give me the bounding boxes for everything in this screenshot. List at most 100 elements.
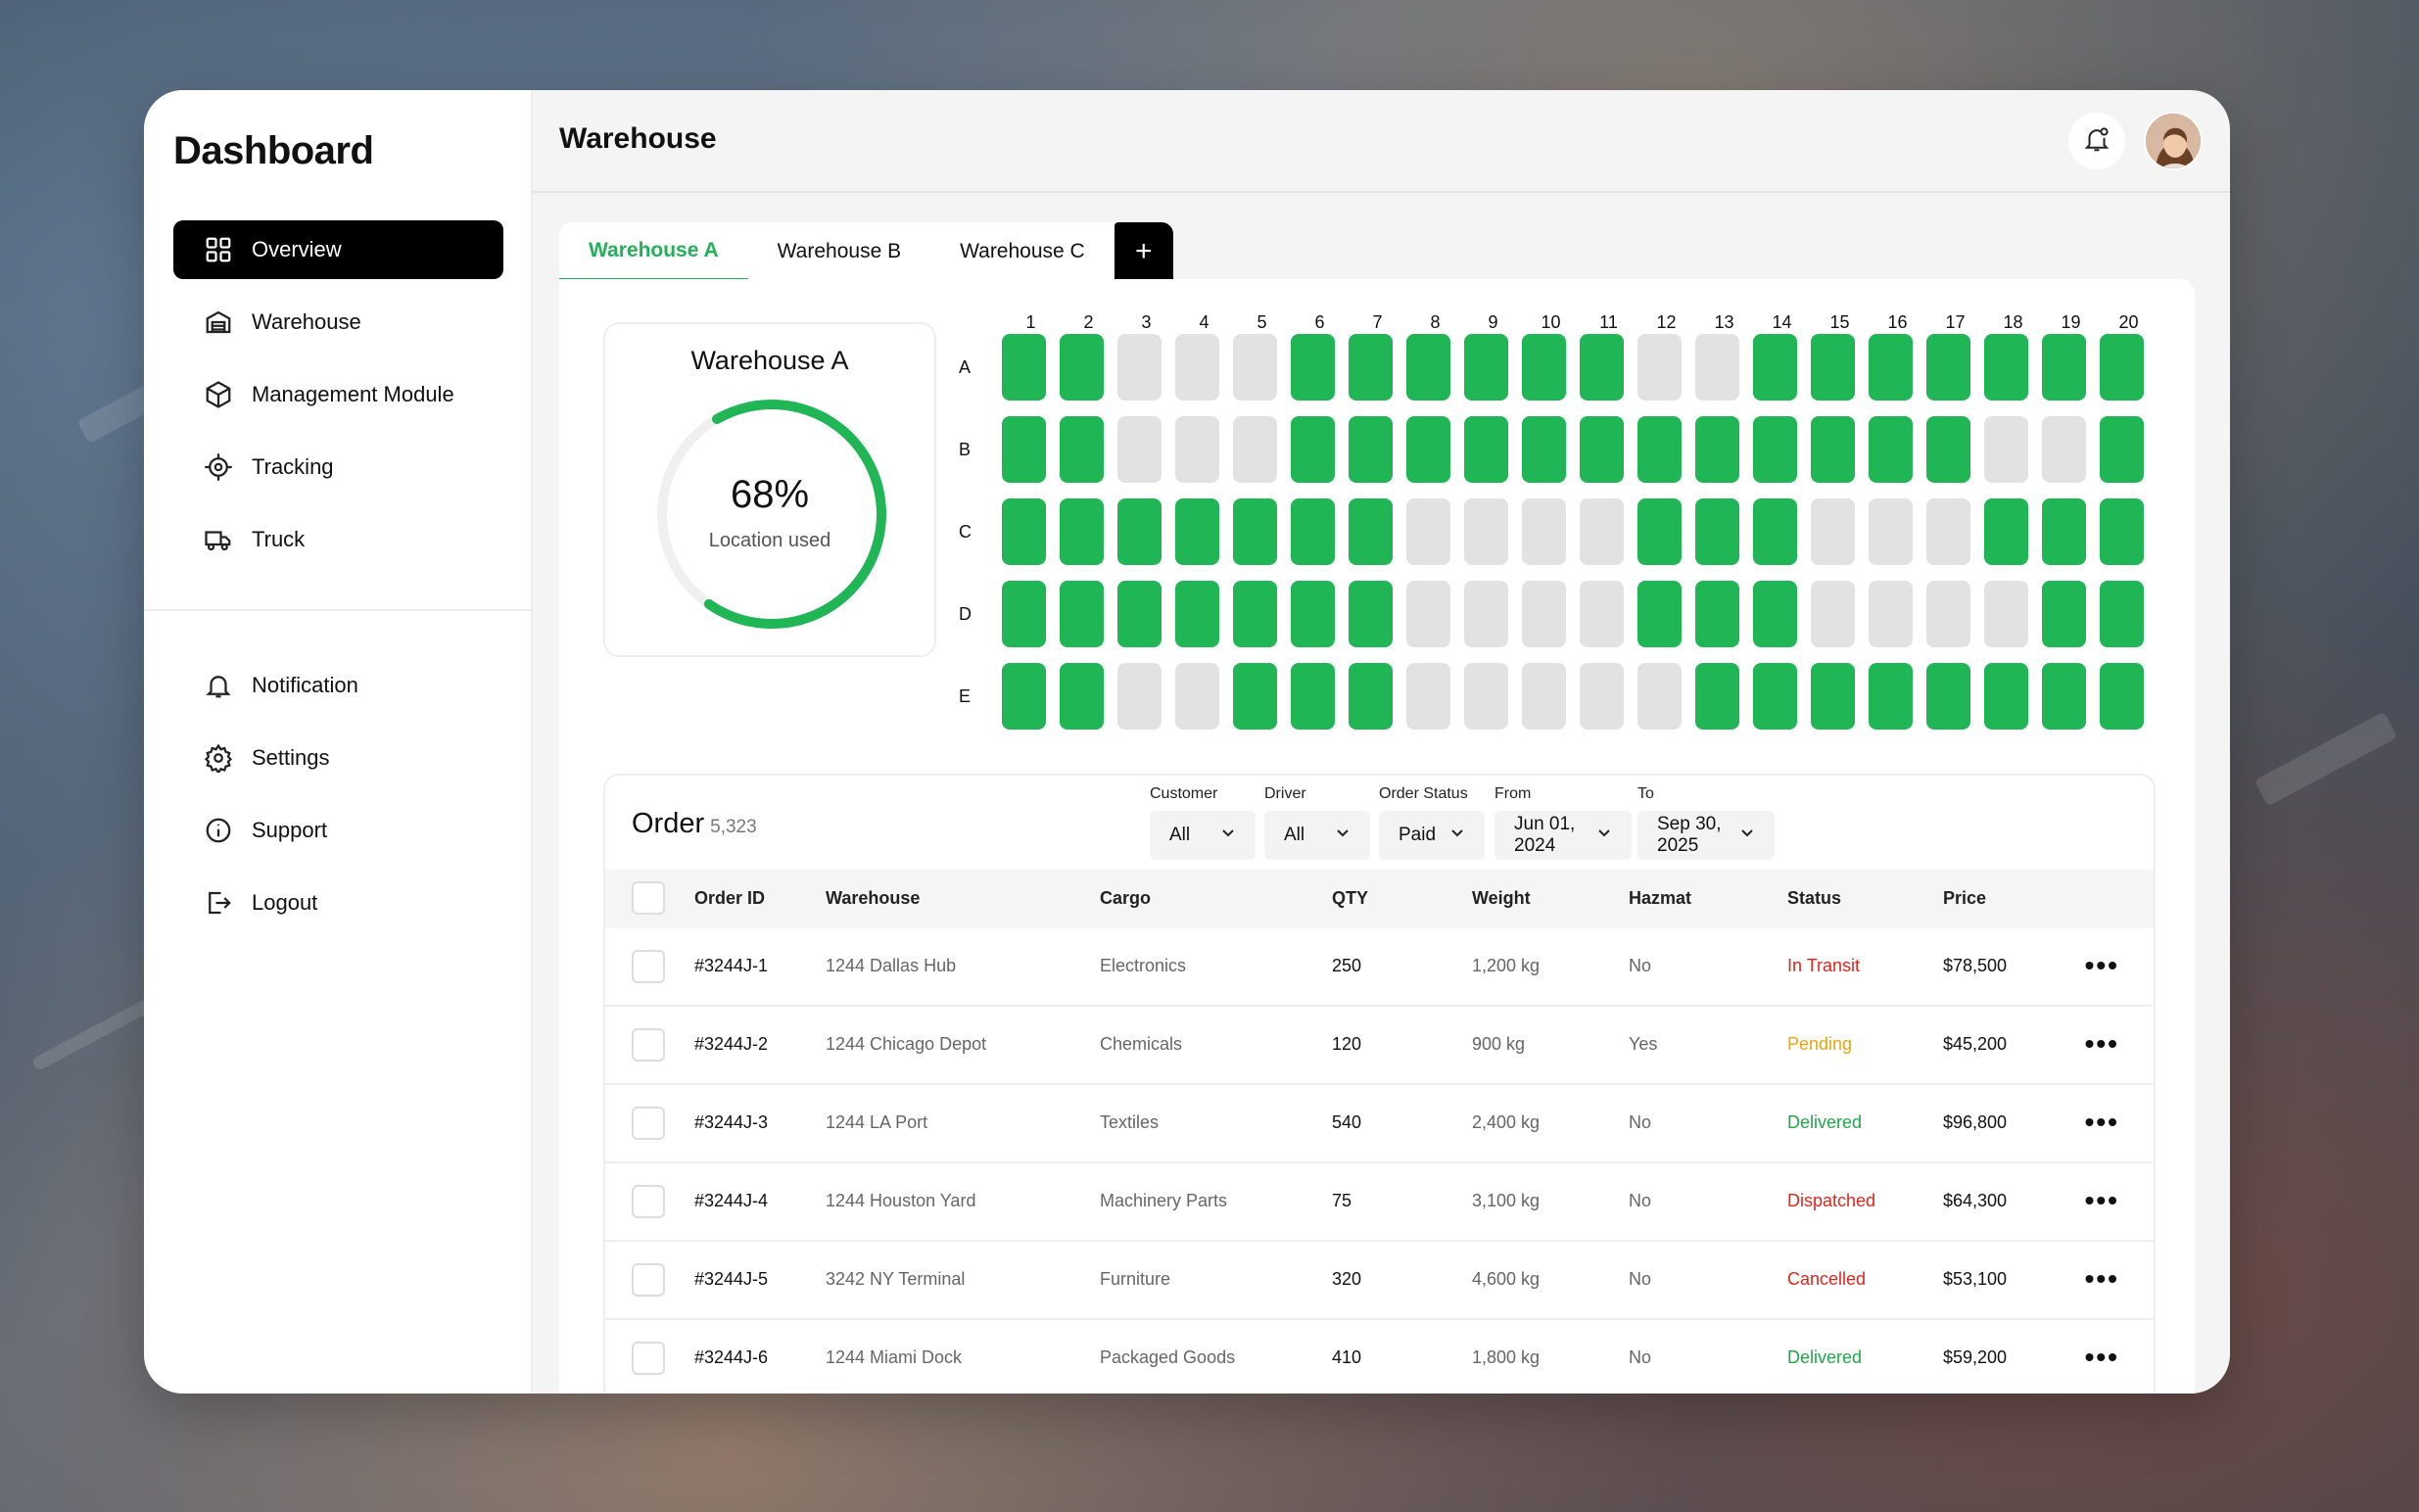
grid-cell-empty[interactable]	[1175, 334, 1219, 401]
grid-cell-occupied[interactable]	[1002, 663, 1046, 730]
add-tab-button[interactable]: +	[1114, 222, 1173, 281]
grid-cell-occupied[interactable]	[1637, 498, 1682, 565]
tab-warehouse-c[interactable]: Warehouse C	[930, 222, 1115, 281]
grid-cell-occupied[interactable]	[1349, 334, 1393, 401]
grid-cell-empty[interactable]	[1233, 334, 1277, 401]
grid-cell-occupied[interactable]	[1869, 416, 1913, 483]
row-more-menu-icon[interactable]: •••	[2085, 1028, 2119, 1060]
grid-cell-occupied[interactable]	[1753, 416, 1797, 483]
grid-cell-occupied[interactable]	[1060, 416, 1104, 483]
nav-item-logout[interactable]: Logout	[173, 874, 503, 932]
grid-cell-empty[interactable]	[1406, 663, 1450, 730]
grid-cell-empty[interactable]	[1175, 416, 1219, 483]
filter-select[interactable]: Paid	[1379, 811, 1485, 860]
nav-item-settings[interactable]: Settings	[173, 729, 503, 787]
nav-item-management-module[interactable]: Management Module	[173, 365, 503, 424]
grid-cell-occupied[interactable]	[1233, 498, 1277, 565]
table-row[interactable]: #3244J-6 1244 Miami Dock Packaged Goods 410…	[605, 1320, 2154, 1394]
grid-cell-occupied[interactable]	[2100, 334, 2144, 401]
grid-cell-empty[interactable]	[1637, 334, 1682, 401]
table-row[interactable]: #3244J-1 1244 Dallas Hub Electronics 250 1,2…	[605, 928, 2154, 1007]
grid-cell-occupied[interactable]	[1580, 416, 1624, 483]
grid-cell-empty[interactable]	[1522, 581, 1566, 647]
row-checkbox[interactable]	[632, 1263, 665, 1297]
grid-cell-occupied[interactable]	[1522, 334, 1566, 401]
grid-cell-occupied[interactable]	[1117, 498, 1162, 565]
grid-cell-empty[interactable]	[1522, 663, 1566, 730]
grid-cell-occupied[interactable]	[1811, 334, 1855, 401]
grid-cell-empty[interactable]	[1117, 416, 1162, 483]
grid-cell-occupied[interactable]	[1291, 334, 1335, 401]
grid-cell-empty[interactable]	[1464, 498, 1508, 565]
grid-cell-empty[interactable]	[1811, 498, 1855, 565]
grid-cell-occupied[interactable]	[1753, 663, 1797, 730]
grid-cell-occupied[interactable]	[1060, 334, 1104, 401]
nav-item-overview[interactable]: Overview	[173, 220, 503, 279]
row-more-menu-icon[interactable]: •••	[2085, 1342, 2119, 1373]
grid-cell-empty[interactable]	[1869, 498, 1913, 565]
grid-cell-empty[interactable]	[1117, 334, 1162, 401]
grid-cell-occupied[interactable]	[1002, 581, 1046, 647]
row-more-menu-icon[interactable]: •••	[2085, 1185, 2119, 1216]
grid-cell-occupied[interactable]	[1175, 581, 1219, 647]
grid-cell-occupied[interactable]	[1926, 334, 1970, 401]
grid-cell-occupied[interactable]	[1811, 416, 1855, 483]
grid-cell-occupied[interactable]	[1291, 416, 1335, 483]
grid-cell-occupied[interactable]	[1060, 663, 1104, 730]
grid-cell-occupied[interactable]	[1291, 498, 1335, 565]
grid-cell-occupied[interactable]	[2042, 498, 2086, 565]
grid-cell-occupied[interactable]	[1349, 498, 1393, 565]
grid-cell-empty[interactable]	[1233, 416, 1277, 483]
grid-cell-occupied[interactable]	[2100, 498, 2144, 565]
grid-cell-empty[interactable]	[1406, 581, 1450, 647]
grid-cell-empty[interactable]	[1637, 663, 1682, 730]
grid-cell-occupied[interactable]	[1349, 416, 1393, 483]
grid-cell-empty[interactable]	[1580, 498, 1624, 565]
grid-cell-occupied[interactable]	[1869, 663, 1913, 730]
row-checkbox[interactable]	[632, 1342, 665, 1375]
grid-cell-empty[interactable]	[1984, 581, 2028, 647]
grid-cell-occupied[interactable]	[1349, 581, 1393, 647]
grid-cell-occupied[interactable]	[2100, 416, 2144, 483]
tab-warehouse-b[interactable]: Warehouse B	[747, 222, 931, 281]
avatar[interactable]	[2144, 112, 2203, 170]
grid-cell-occupied[interactable]	[1464, 334, 1508, 401]
grid-cell-empty[interactable]	[1522, 498, 1566, 565]
grid-cell-empty[interactable]	[1811, 581, 1855, 647]
grid-cell-occupied[interactable]	[1117, 581, 1162, 647]
grid-cell-empty[interactable]	[1580, 663, 1624, 730]
grid-cell-occupied[interactable]	[1695, 663, 1739, 730]
grid-cell-occupied[interactable]	[1753, 498, 1797, 565]
grid-cell-occupied[interactable]	[1002, 334, 1046, 401]
grid-cell-occupied[interactable]	[1291, 581, 1335, 647]
row-more-menu-icon[interactable]: •••	[2085, 1263, 2119, 1295]
grid-cell-occupied[interactable]	[2100, 581, 2144, 647]
grid-cell-empty[interactable]	[1984, 416, 2028, 483]
grid-cell-occupied[interactable]	[2042, 581, 2086, 647]
select-all-checkbox[interactable]	[632, 881, 665, 915]
grid-cell-occupied[interactable]	[1002, 416, 1046, 483]
grid-cell-empty[interactable]	[1175, 663, 1219, 730]
grid-cell-empty[interactable]	[1869, 581, 1913, 647]
row-checkbox[interactable]	[632, 1107, 665, 1140]
grid-cell-empty[interactable]	[2042, 416, 2086, 483]
grid-cell-occupied[interactable]	[1522, 416, 1566, 483]
nav-item-notification[interactable]: Notification	[173, 656, 503, 715]
grid-cell-occupied[interactable]	[1753, 581, 1797, 647]
table-row[interactable]: #3244J-3 1244 LA Port Textiles 540 2,400 kg N…	[605, 1085, 2154, 1163]
grid-cell-occupied[interactable]	[1695, 581, 1739, 647]
grid-cell-empty[interactable]	[1464, 663, 1508, 730]
grid-cell-occupied[interactable]	[1175, 498, 1219, 565]
filter-select[interactable]: Jun 01, 2024	[1494, 811, 1632, 860]
grid-cell-occupied[interactable]	[2042, 663, 2086, 730]
grid-cell-occupied[interactable]	[1753, 334, 1797, 401]
grid-cell-occupied[interactable]	[1926, 663, 1970, 730]
grid-cell-occupied[interactable]	[1291, 663, 1335, 730]
grid-cell-occupied[interactable]	[1233, 663, 1277, 730]
grid-cell-occupied[interactable]	[1695, 498, 1739, 565]
table-row[interactable]: #3244J-2 1244 Chicago Depot Chemicals 120 90…	[605, 1007, 2154, 1085]
row-more-menu-icon[interactable]: •••	[2085, 1107, 2119, 1138]
grid-cell-occupied[interactable]	[1060, 581, 1104, 647]
grid-cell-occupied[interactable]	[1406, 416, 1450, 483]
grid-cell-occupied[interactable]	[1811, 663, 1855, 730]
